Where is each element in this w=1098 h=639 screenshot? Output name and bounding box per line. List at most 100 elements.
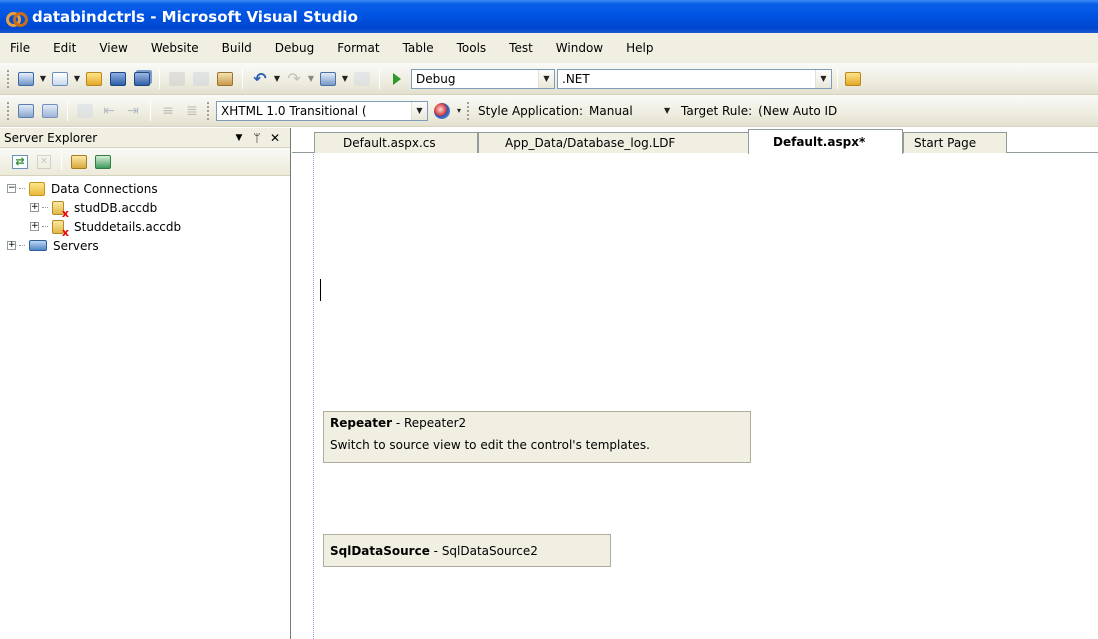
tree-label: studDB.accdb bbox=[74, 200, 158, 215]
tab-default-aspx[interactable]: Default.aspx* bbox=[748, 129, 903, 154]
increase-indent-button[interactable]: ⇥ bbox=[122, 100, 144, 122]
open-button[interactable] bbox=[83, 68, 105, 90]
server-explorer-tree: − Data Connections + x studDB.accdb + x … bbox=[0, 176, 290, 255]
tree-node-servers[interactable]: + Servers bbox=[0, 236, 290, 255]
tab-database-log[interactable]: App_Data/Database_log.LDF bbox=[478, 132, 750, 153]
undo-button[interactable]: ↶ bbox=[249, 68, 271, 90]
chevron-down-icon[interactable]: ▼ bbox=[815, 69, 831, 88]
decrease-indent-button[interactable]: ⇤ bbox=[98, 100, 120, 122]
repeater-control[interactable]: Repeater - Repeater2 Switch to source vi… bbox=[323, 411, 751, 463]
separator bbox=[379, 68, 380, 89]
connect-server-icon bbox=[95, 154, 111, 169]
toolbar-overflow-dropdown[interactable]: ▾ bbox=[454, 101, 464, 121]
add-item-button[interactable] bbox=[49, 68, 71, 90]
menu-format[interactable]: Format bbox=[325, 41, 390, 55]
sqldatasource-header: SqlDataSource - SqlDataSource2 bbox=[330, 535, 610, 566]
tree-connector bbox=[19, 245, 25, 246]
redo-button[interactable]: ↷ bbox=[283, 68, 305, 90]
menu-help[interactable]: Help bbox=[614, 41, 664, 55]
tree-connector bbox=[42, 226, 48, 227]
target-rule-label: Target Rule: bbox=[681, 103, 753, 118]
doctype-value: XHTML 1.0 Transitional ( bbox=[221, 103, 367, 118]
new-project-dropdown[interactable]: ▼ bbox=[38, 69, 48, 89]
toolbar-grip[interactable] bbox=[6, 100, 10, 121]
toolbar-grip[interactable] bbox=[206, 100, 210, 121]
stop-refresh-button[interactable]: ✕ bbox=[33, 151, 55, 173]
chevron-down-icon[interactable]: ▼ bbox=[411, 101, 427, 120]
style-application-select[interactable]: Manual ▼ bbox=[589, 101, 675, 121]
close-icon[interactable]: ✕ bbox=[266, 131, 284, 145]
tab-start-page[interactable]: Start Page bbox=[903, 132, 1007, 153]
menu-website[interactable]: Website bbox=[139, 41, 210, 55]
separator bbox=[159, 68, 160, 89]
save-all-button[interactable] bbox=[131, 68, 153, 90]
tree-label: Servers bbox=[53, 238, 99, 253]
menu-table[interactable]: Table bbox=[391, 41, 445, 55]
chevron-down-icon[interactable]: ▼ bbox=[659, 102, 675, 120]
design-surface[interactable]: Repeater - Repeater2 Switch to source vi… bbox=[313, 154, 1098, 639]
connect-to-server-button[interactable] bbox=[92, 151, 114, 173]
target-rule-select[interactable]: (New Auto ID bbox=[758, 101, 868, 121]
navigate-dropdown[interactable]: ▼ bbox=[340, 69, 350, 89]
display-members-button[interactable] bbox=[39, 100, 61, 122]
redo-dropdown[interactable]: ▼ bbox=[306, 69, 316, 89]
doctype-select[interactable]: XHTML 1.0 Transitional ( ▼ bbox=[216, 100, 428, 121]
formatting-toolbar: ⇤ ⇥ ≡ ≣ XHTML 1.0 Transitional ( ▼ ▾ Sty… bbox=[0, 95, 1098, 127]
paste-button[interactable] bbox=[214, 68, 236, 90]
tree-connector bbox=[19, 188, 25, 189]
save-button[interactable] bbox=[107, 68, 129, 90]
tree-node-data-connections[interactable]: − Data Connections bbox=[0, 179, 290, 198]
separator bbox=[837, 68, 838, 89]
expand-icon[interactable]: + bbox=[30, 222, 39, 231]
check-accessibility-button[interactable] bbox=[431, 100, 453, 122]
control-separator: - bbox=[429, 543, 442, 558]
chevron-down-icon[interactable]: ▼ bbox=[538, 69, 554, 88]
comment-out-button[interactable]: ≡ bbox=[157, 100, 179, 122]
pin-icon[interactable]: ᛘ bbox=[248, 131, 266, 145]
title-bar: databindctrls - Microsoft Visual Studio bbox=[0, 0, 1098, 33]
menu-window[interactable]: Window bbox=[544, 41, 614, 55]
find-in-files-button[interactable] bbox=[842, 68, 864, 90]
display-object-list-button[interactable] bbox=[15, 100, 37, 122]
navigate-backward-button[interactable] bbox=[317, 68, 339, 90]
copy-icon bbox=[193, 71, 209, 86]
expand-icon[interactable]: + bbox=[7, 241, 16, 250]
collapse-icon[interactable]: − bbox=[7, 184, 16, 193]
connect-to-database-button[interactable] bbox=[68, 151, 90, 173]
add-item-dropdown[interactable]: ▼ bbox=[72, 69, 82, 89]
cut-icon bbox=[169, 71, 185, 86]
new-project-button[interactable] bbox=[15, 68, 37, 90]
new-project-icon bbox=[18, 71, 34, 86]
refresh-button[interactable]: ⇄ bbox=[9, 151, 31, 173]
tab-default-aspx-cs[interactable]: Default.aspx.cs bbox=[314, 132, 478, 153]
tab-label: App_Data/Database_log.LDF bbox=[505, 136, 676, 150]
undo-dropdown[interactable]: ▼ bbox=[272, 69, 282, 89]
expand-icon[interactable]: + bbox=[30, 203, 39, 212]
uncomment-button[interactable]: ≣ bbox=[181, 100, 203, 122]
window-position-dropdown-icon[interactable]: ▼ bbox=[230, 133, 248, 143]
document-area: Default.aspx.cs App_Data/Database_log.LD… bbox=[292, 128, 1098, 639]
toolbar-grip[interactable] bbox=[6, 68, 10, 89]
toolbar-grip[interactable] bbox=[466, 100, 470, 121]
menu-debug[interactable]: Debug bbox=[263, 41, 325, 55]
style-application-label: Style Application: bbox=[478, 103, 584, 118]
menu-tools[interactable]: Tools bbox=[445, 41, 498, 55]
tree-node-studdb[interactable]: + x studDB.accdb bbox=[0, 198, 290, 219]
menu-file[interactable]: File bbox=[0, 41, 41, 55]
menu-test[interactable]: Test bbox=[497, 41, 544, 55]
cut-button[interactable] bbox=[166, 68, 188, 90]
start-debugging-button[interactable] bbox=[386, 68, 408, 90]
tree-node-studdetails[interactable]: + x Studdetails.accdb bbox=[0, 217, 290, 238]
menu-view[interactable]: View bbox=[87, 41, 138, 55]
sqldatasource-control[interactable]: SqlDataSource - SqlDataSource2 bbox=[323, 534, 611, 567]
solution-configuration-select[interactable]: Debug ▼ bbox=[411, 68, 555, 89]
navigate-forward-button[interactable] bbox=[351, 68, 373, 90]
copy-button[interactable] bbox=[190, 68, 212, 90]
server-explorer-panel: Server Explorer ▼ ᛘ ✕ ⇄ ✕ − Data Connect… bbox=[0, 128, 291, 639]
comment-button[interactable] bbox=[74, 100, 96, 122]
solution-platform-select[interactable]: .NET ▼ bbox=[557, 68, 832, 89]
menu-build[interactable]: Build bbox=[210, 41, 263, 55]
repeater-header: Repeater - Repeater2 bbox=[330, 412, 750, 434]
menu-edit[interactable]: Edit bbox=[41, 41, 87, 55]
tree-connector bbox=[42, 207, 48, 208]
